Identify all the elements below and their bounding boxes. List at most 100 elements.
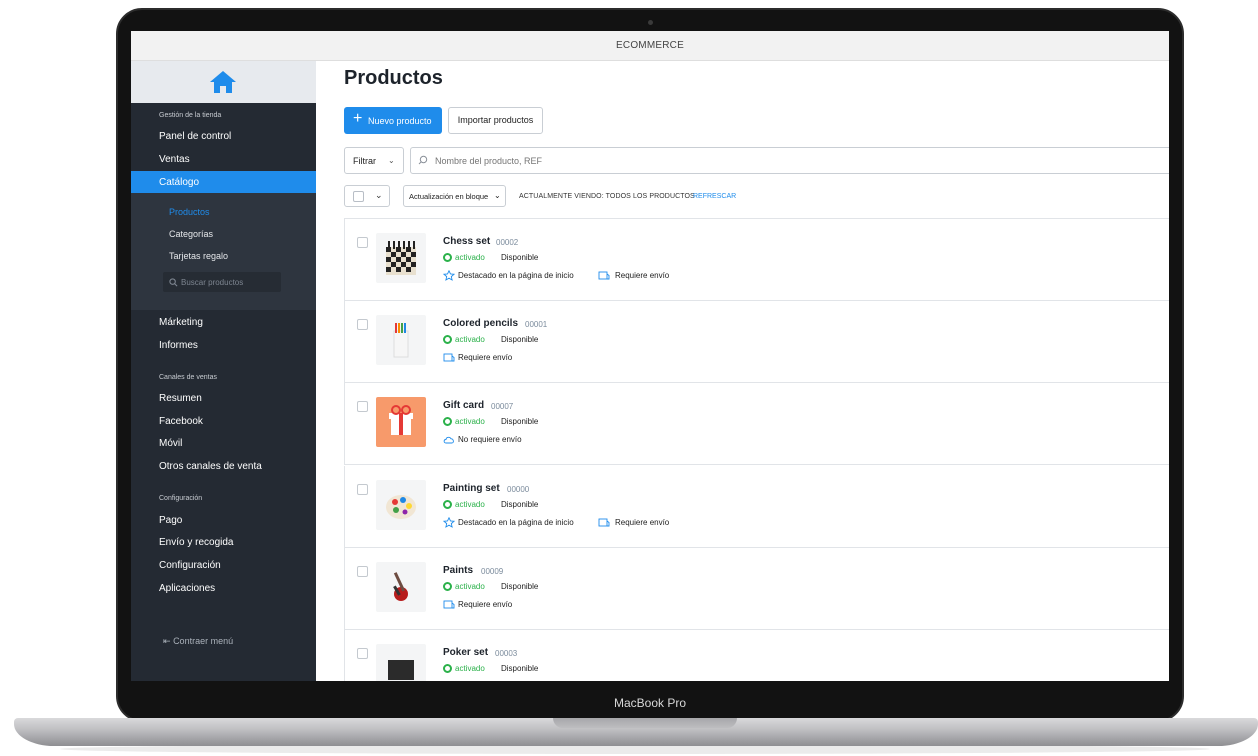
product-sku: 00000 [507, 485, 530, 494]
row-checkbox[interactable] [357, 648, 368, 659]
product-name[interactable]: Gift card [443, 400, 484, 411]
cloud-icon [443, 436, 454, 444]
product-status: activado [455, 664, 485, 673]
screen: ECOMMERCE Gestión de la tienda Panel de … [131, 31, 1169, 681]
product-name[interactable]: Poker set [443, 647, 488, 658]
bulk-update-dropdown[interactable]: Actualización en bloque ⌄ [403, 185, 506, 207]
pencils-icon[interactable] [376, 315, 426, 365]
product-list: Chess set 00002 activado Disponible Dest… [344, 218, 1169, 681]
section-heading-settings: Configuración [159, 495, 203, 502]
sidebar-subitem-giftcards[interactable]: Tarjetas regalo [169, 251, 228, 261]
new-product-label: Nuevo producto [368, 116, 432, 126]
main-content: Productos + Nuevo producto Importar prod… [316, 61, 1169, 681]
row-checkbox[interactable] [357, 401, 368, 412]
shipping-box-icon [443, 353, 455, 362]
sidebar-item-mobile[interactable]: Móvil [159, 438, 182, 449]
filter-dropdown[interactable]: Filtrar ⌄ [344, 147, 404, 174]
collapse-menu-button[interactable]: ⇤ Contraer menú [163, 636, 233, 647]
camera-dot [648, 20, 653, 25]
chessboard-icon[interactable] [376, 233, 426, 283]
product-availability: Disponible [501, 500, 539, 509]
product-tag-shipping: Requiere envío [615, 271, 670, 280]
product-name[interactable]: Paints [443, 565, 473, 576]
toggle-on-icon[interactable] [443, 664, 452, 673]
product-status: activado [455, 253, 485, 262]
product-sku: 00001 [525, 320, 548, 329]
product-row[interactable]: Chess set 00002 activado Disponible Dest… [344, 219, 1169, 301]
product-sku: 00002 [496, 238, 519, 247]
search-icon [169, 278, 178, 287]
sidebar-subitem-products[interactable]: Productos [169, 207, 210, 217]
sidebar-item-shipping[interactable]: Envío y recogida [159, 537, 234, 548]
toggle-on-icon[interactable] [443, 582, 452, 591]
sidebar-subitem-categories[interactable]: Categorías [169, 229, 213, 239]
import-products-button[interactable]: Importar productos [448, 107, 543, 134]
paint-jar-icon[interactable] [376, 562, 426, 612]
star-icon [443, 517, 455, 528]
bulk-update-label: Actualización en bloque [409, 192, 489, 201]
home-icon[interactable] [208, 69, 238, 95]
product-row[interactable]: Poker set 00003 activado Disponible [344, 630, 1169, 681]
product-row[interactable]: Paints 00009 activado Disponible Requier… [344, 548, 1169, 630]
product-sku: 00003 [495, 649, 518, 658]
gift-icon[interactable] [376, 397, 426, 447]
new-product-button[interactable]: + Nuevo producto [344, 107, 442, 134]
chevron-down-icon: ⌄ [388, 156, 395, 165]
product-name[interactable]: Painting set [443, 483, 500, 494]
select-all-dropdown[interactable]: ⌄ [344, 185, 390, 207]
product-status: activado [455, 335, 485, 344]
product-availability: Disponible [501, 253, 539, 262]
sidebar-logo-bar[interactable] [131, 61, 316, 103]
toggle-on-icon[interactable] [443, 500, 452, 509]
product-tag-no-shipping: No requiere envío [458, 435, 522, 444]
product-status: activado [455, 500, 485, 509]
palette-icon[interactable] [376, 480, 426, 530]
toggle-on-icon[interactable] [443, 335, 452, 344]
shipping-box-icon [443, 600, 455, 609]
collapse-icon: ⇤ [163, 636, 171, 646]
sidebar-item-facebook[interactable]: Facebook [159, 416, 203, 427]
sidebar-item-payment[interactable]: Pago [159, 515, 182, 526]
sidebar-item-sales[interactable]: Ventas [159, 154, 190, 165]
sidebar-item-marketing[interactable]: Márketing [159, 317, 203, 328]
poker-case-icon[interactable] [376, 644, 426, 681]
row-checkbox[interactable] [357, 566, 368, 577]
section-heading-store: Gestión de la tienda [159, 112, 222, 119]
row-checkbox[interactable] [357, 484, 368, 495]
product-sku: 00007 [491, 402, 514, 411]
product-name[interactable]: Colored pencils [443, 318, 518, 329]
sidebar-item-other-channels[interactable]: Otros canales de venta [159, 461, 262, 472]
plus-icon: + [353, 110, 363, 127]
sidebar-item-dashboard[interactable]: Panel de control [159, 131, 231, 142]
laptop-notch [553, 718, 737, 728]
product-tag-shipping: Requiere envío [615, 518, 670, 527]
product-row[interactable]: Gift card 00007 activado Disponible No r… [344, 383, 1169, 465]
filter-label: Filtrar [353, 156, 376, 166]
toggle-on-icon[interactable] [443, 417, 452, 426]
sidebar-item-settings[interactable]: Configuración [159, 560, 221, 571]
refresh-link[interactable]: REFRESCAR [693, 193, 736, 200]
product-row[interactable]: Colored pencils 00001 activado Disponibl… [344, 301, 1169, 383]
select-all-checkbox[interactable] [353, 191, 364, 202]
product-status: activado [455, 417, 485, 426]
product-search-input[interactable] [410, 147, 1169, 174]
product-name[interactable]: Chess set [443, 236, 490, 247]
star-icon [443, 270, 455, 281]
page-title: Productos [344, 67, 443, 89]
product-availability: Disponible [501, 582, 539, 591]
product-tag-featured: Destacado en la página de inicio [458, 518, 574, 527]
product-availability: Disponible [501, 664, 539, 673]
toggle-on-icon[interactable] [443, 253, 452, 262]
row-checkbox[interactable] [357, 319, 368, 330]
sidebar-item-apps[interactable]: Aplicaciones [159, 583, 215, 594]
sidebar: Gestión de la tienda Panel de control Ve… [131, 61, 316, 681]
sidebar-search-placeholder[interactable]: Buscar productos [181, 278, 243, 287]
sidebar-item-reports[interactable]: Informes [159, 340, 198, 351]
row-checkbox[interactable] [357, 237, 368, 248]
product-status: activado [455, 582, 485, 591]
sidebar-item-overview[interactable]: Resumen [159, 393, 202, 404]
collapse-label: Contraer menú [173, 636, 234, 646]
product-row[interactable]: Painting set 00000 activado Disponible D… [344, 466, 1169, 548]
product-tag-shipping: Requiere envío [458, 353, 513, 362]
sidebar-item-catalog[interactable]: Catálogo [159, 177, 199, 188]
